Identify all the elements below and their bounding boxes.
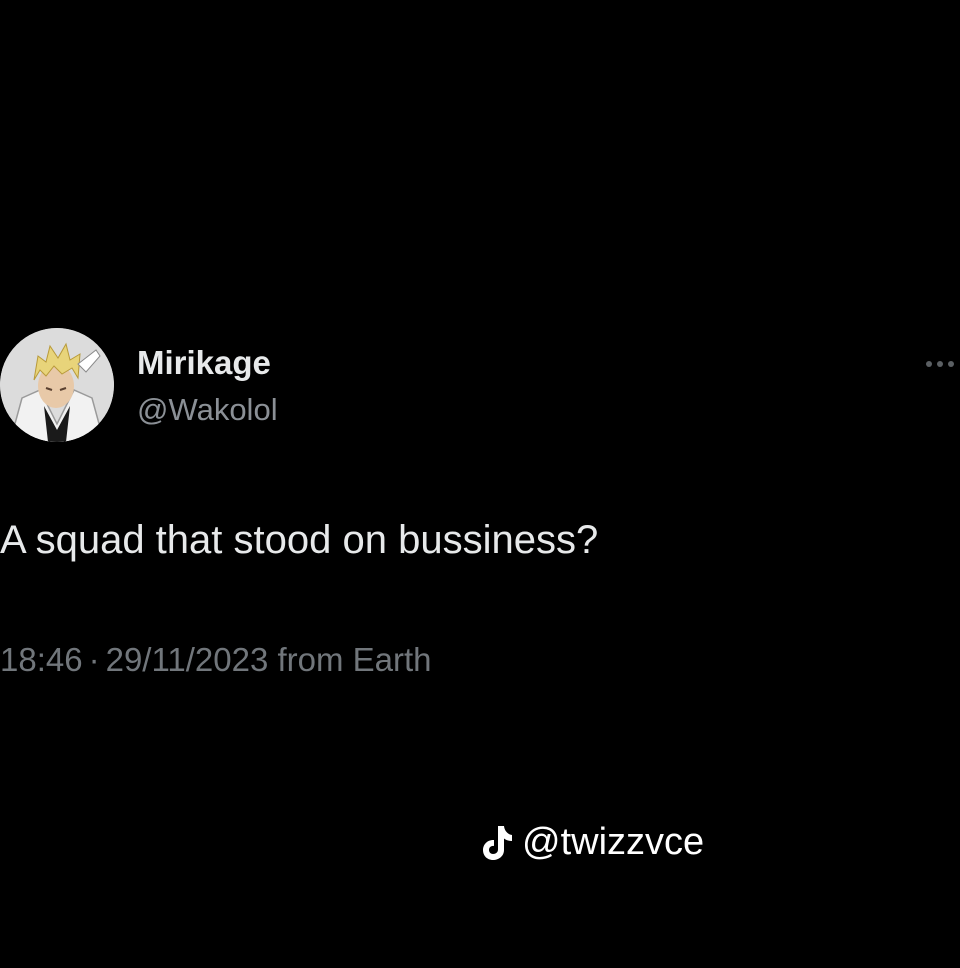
display-name[interactable]: Mirikage xyxy=(137,344,271,382)
meta-separator: · xyxy=(88,641,100,678)
tweet-meta: 18:46 · 29/11/2023 from Earth xyxy=(0,640,432,680)
tweet-time[interactable]: 18:46 xyxy=(0,641,83,678)
watermark: @twizzvce xyxy=(480,818,704,866)
tweet: Mirikage @Wakolol A squad that stood on … xyxy=(0,0,960,968)
tweet-date[interactable]: 29/11/2023 xyxy=(106,641,269,678)
tweet-text: A squad that stood on bussiness? xyxy=(0,518,599,562)
watermark-handle: @twizzvce xyxy=(522,821,705,863)
more-options-button[interactable] xyxy=(920,352,960,376)
more-dot-icon xyxy=(926,361,932,367)
avatar-image xyxy=(0,328,114,442)
tiktok-icon xyxy=(483,826,512,860)
user-handle[interactable]: @Wakolol xyxy=(137,392,278,428)
more-dot-icon xyxy=(937,361,943,367)
avatar[interactable] xyxy=(0,328,114,442)
tweet-source: from Earth xyxy=(277,641,432,678)
more-dot-icon xyxy=(948,361,954,367)
